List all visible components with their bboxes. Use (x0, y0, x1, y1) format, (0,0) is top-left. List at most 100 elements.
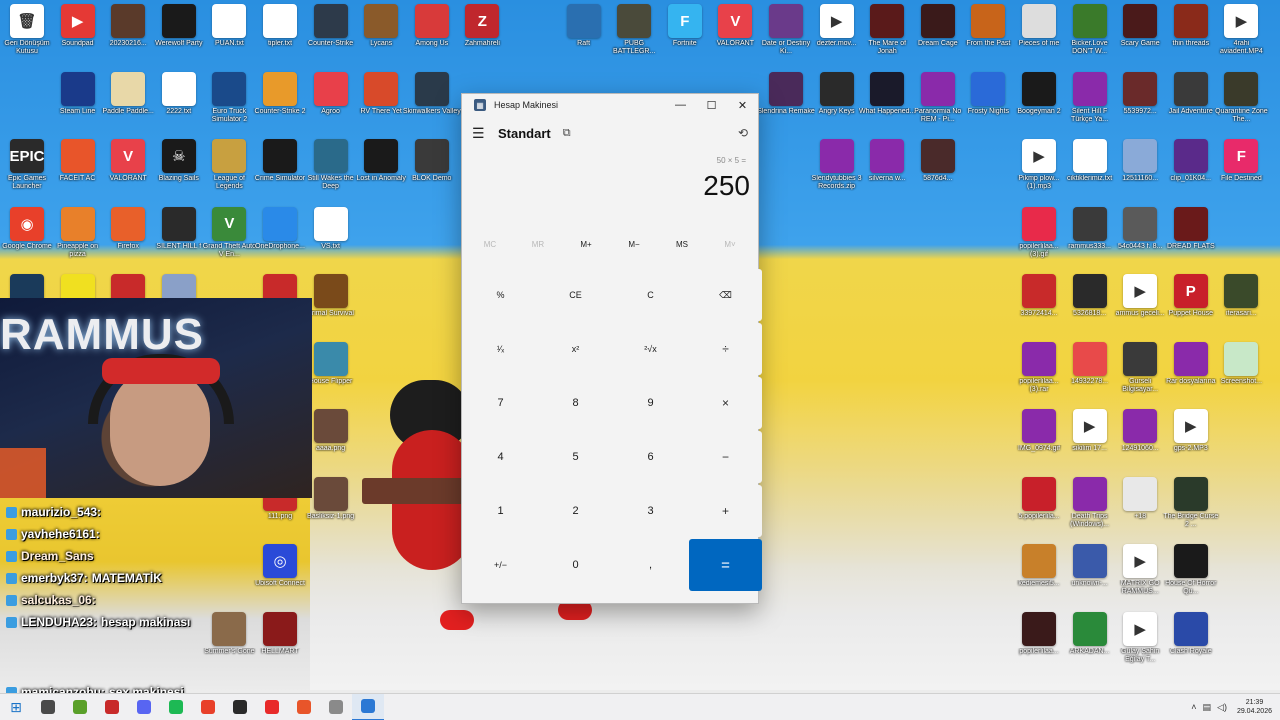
desktop-icon[interactable]: ARKADAN... (1063, 611, 1117, 676)
digit-7-key[interactable]: 7 (464, 377, 537, 429)
desktop-icon[interactable]: F File Destined (1214, 139, 1268, 203)
desktop-icon[interactable]: 5539972... (1113, 71, 1167, 136)
desktop-icon[interactable]: Scary Game (1113, 4, 1167, 68)
clock[interactable]: 21:39 29.04.2026 (1237, 698, 1272, 716)
desktop-icon[interactable]: ▶ Soundpad (51, 4, 105, 68)
desktop-icon[interactable]: VS.txt (304, 206, 358, 271)
desktop-icon[interactable]: Screenshot... (1214, 341, 1268, 406)
hamburger-menu-icon[interactable]: ☰ (472, 125, 496, 142)
desktop-icon[interactable]: V VALORANT (101, 139, 155, 203)
desktop-icon[interactable]: Quarantine Zone The... (1214, 71, 1268, 136)
decimal-key[interactable]: , (614, 539, 687, 591)
desktop-icon[interactable]: BLOK Demo (405, 139, 459, 203)
desktop-icon[interactable]: The Mare of Jonah (860, 4, 914, 68)
desktop-icon[interactable]: League of Legends (202, 139, 256, 203)
desktop-icon[interactable]: Paranormia No REM - Pi... (911, 71, 965, 136)
desktop-icon[interactable]: Clash Royale (1164, 611, 1218, 676)
desktop-icon[interactable]: thin threads (1164, 4, 1218, 68)
desktop-icon[interactable]: 5326818... (1063, 274, 1117, 338)
desktop-icon[interactable]: iterasari... (1214, 274, 1268, 338)
taskbar-youtube-button[interactable] (256, 694, 288, 720)
digit-6-key[interactable]: 6 (614, 431, 687, 483)
desktop-icon[interactable]: 12511160... (1113, 139, 1167, 203)
digit-5-key[interactable]: 5 (539, 431, 612, 483)
desktop-icon[interactable]: Silent Hill F Türkçe Ya... (1063, 71, 1117, 136)
equals-key[interactable]: = (689, 539, 762, 591)
desktop-icon[interactable]: 5.popilerlila... (1012, 476, 1066, 541)
desktop-icon[interactable]: rammus333... (1063, 206, 1117, 271)
desktop-icon[interactable]: V Grand Theft Auto V En... (202, 206, 256, 271)
calculator-titlebar[interactable]: ▦ Hesap Makinesi — ☐ ✕ (462, 94, 758, 116)
desktop-icon[interactable]: Slendytubbies 3 Records.zip (810, 139, 864, 203)
desktop-icon[interactable]: P Puppet House (1164, 274, 1218, 338)
desktop-icon[interactable]: What Happened... (859, 71, 915, 136)
taskbar-discord-button[interactable] (128, 694, 160, 720)
desktop-icon[interactable]: Still Wakes the Deep (304, 139, 358, 203)
digit-8-key[interactable]: 8 (539, 377, 612, 429)
desktop-icon[interactable]: ▶ dezter.mov... (810, 4, 864, 68)
desktop-icon[interactable]: The Bridge Curse 2 ... (1163, 476, 1218, 541)
desktop-icon[interactable]: Among Us (405, 4, 459, 68)
maximize-button[interactable]: ☐ (696, 94, 727, 116)
desktop-icon[interactable]: Z Zahmahreli (455, 4, 509, 68)
desktop-icon[interactable]: 20230216... (101, 4, 155, 68)
desktop-icon[interactable]: Euro Truck Simulator 2 (202, 71, 256, 136)
keep-on-top-icon[interactable]: ⧉ (563, 127, 571, 140)
desktop-icon[interactable]: ▶ Pikmp plow... (1).mp3 (1012, 139, 1066, 203)
close-button[interactable]: ✕ (727, 94, 758, 116)
desktop-icon[interactable]: RV There Yet (354, 71, 408, 136)
desktop-icon[interactable]: Counter-Strike (304, 4, 358, 68)
desktop-icon[interactable]: popilerlilaa... (1012, 611, 1066, 676)
desktop-icon[interactable]: From the Past (961, 4, 1015, 68)
desktop-icon[interactable]: DREAD FLATS (1164, 206, 1218, 271)
desktop-icon[interactable]: ☠ Blazing Sails (152, 139, 206, 203)
minus-key[interactable]: − (689, 431, 762, 483)
taskbar-nvidia-button[interactable] (64, 694, 96, 720)
desktop-icon[interactable]: kediemesi5... (1012, 544, 1066, 608)
taskbar-search-button[interactable] (32, 694, 64, 720)
reciprocal-key[interactable]: ¹⁄ₓ (464, 323, 537, 375)
desktop-icon[interactable]: PUAN.txt (202, 4, 256, 68)
memory-button[interactable]: M˅ (706, 240, 754, 249)
desktop-icon[interactable]: ◉ Google Chrome (0, 206, 54, 271)
desktop-icon[interactable]: House Of Horror Qu... (1164, 544, 1218, 608)
desktop-icon[interactable]: Paddle Paddle... (101, 71, 155, 136)
desktop-icon[interactable]: Jail Adventure (1164, 71, 1218, 136)
desktop-icon[interactable]: Lycans (354, 4, 408, 68)
memory-button[interactable]: MC (466, 240, 514, 249)
desktop-icon[interactable]: popilerlilaa... (3).gif (1012, 206, 1066, 271)
history-icon[interactable]: ⟲ (738, 126, 748, 140)
desktop-icon[interactable]: ▶ 4rahi aviadent.MP4 (1214, 4, 1268, 68)
desktop-icon[interactable]: Boogeyman 2 (1012, 71, 1066, 136)
taskbar-browser-button[interactable] (320, 694, 352, 720)
desktop-icon[interactable]: popilerlilaa... (3).rar (1012, 341, 1066, 406)
clear-entry-key[interactable]: CE (539, 269, 612, 321)
memory-button[interactable]: M+ (562, 240, 610, 249)
desktop-icon[interactable]: clip_01K04... (1164, 139, 1218, 203)
desktop-icon[interactable]: ▶ gps-2.MP3 (1164, 409, 1218, 473)
desktop-icon[interactable]: Gurseli Bilgisayar... (1113, 341, 1167, 406)
taskbar-faceit-button[interactable] (288, 694, 320, 720)
divide-key[interactable]: ÷ (689, 323, 762, 375)
desktop-icon[interactable]: ▶ ammus geceli... (1113, 274, 1167, 338)
desktop-icon[interactable]: Raft (557, 4, 611, 68)
desktop-icon[interactable]: Werewolf Party (152, 4, 206, 68)
memory-button[interactable]: MR (514, 240, 562, 249)
desktop-icon[interactable]: ▶ sikilim 17... (1063, 409, 1117, 473)
network-icon[interactable]: ▤ (1203, 702, 1212, 713)
taskbar-calculator-button[interactable] (352, 693, 384, 720)
volume-icon[interactable]: ◁) (1217, 702, 1227, 713)
desktop-icon[interactable]: EPIC Epic Games Launcher (0, 139, 54, 203)
desktop-icon[interactable]: 5876d4... (911, 139, 965, 203)
digit-2-key[interactable]: 2 (539, 485, 612, 537)
desktop-icon[interactable]: ▶ MATRIX GÖ RAMMUS... (1113, 544, 1167, 608)
desktop-icon[interactable]: Frosty Nights (961, 71, 1015, 136)
taskbar-app-red-button[interactable] (96, 694, 128, 720)
chevron-up-icon[interactable]: ˄ (1191, 702, 1196, 712)
digit-9-key[interactable]: 9 (614, 377, 687, 429)
desktop-icon[interactable]: IMG_0974.gif (1012, 409, 1066, 473)
digit-1-key[interactable]: 1 (464, 485, 537, 537)
desktop-icon[interactable]: ciktiklerimiz.txt (1063, 139, 1117, 203)
desktop-icon[interactable]: Pineapple on pizza (51, 206, 105, 271)
start-button[interactable]: ⊞ (0, 694, 32, 720)
